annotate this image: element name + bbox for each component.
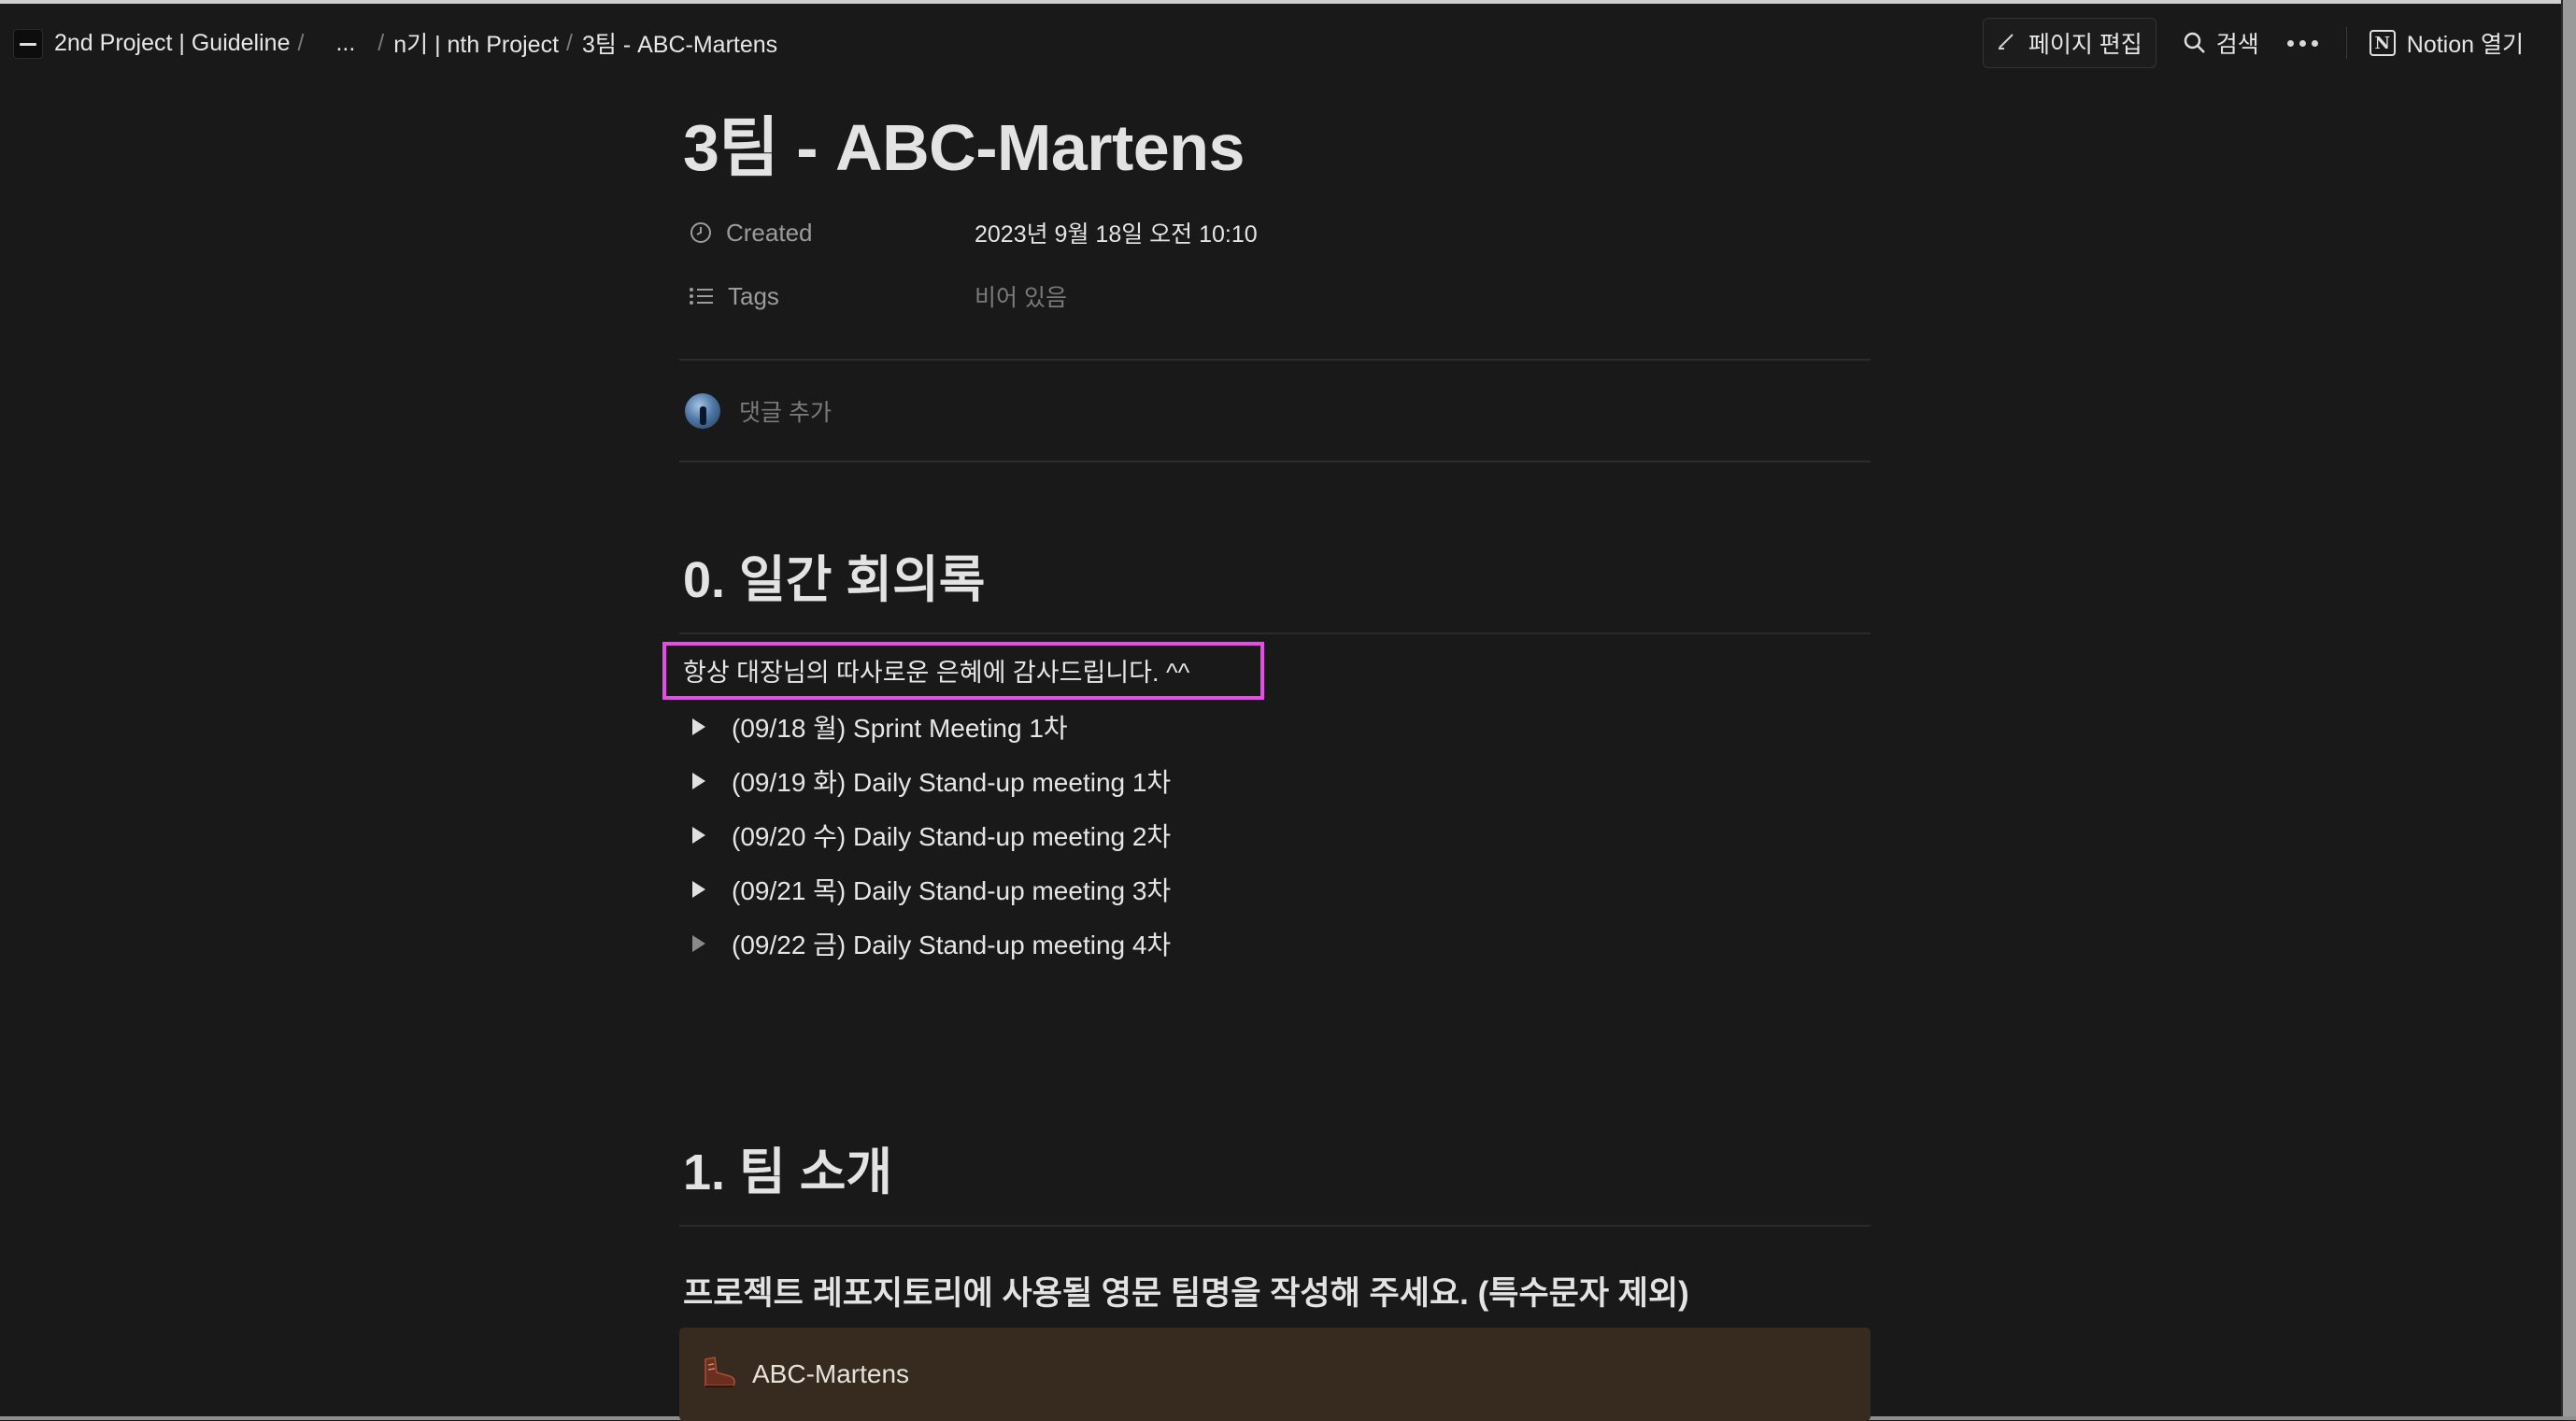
toggle-item[interactable]: (09/21 목) Daily Stand-up meeting 3차 (689, 862, 1171, 917)
team-name-callout[interactable]: ABC-Martens (679, 1328, 1871, 1421)
divider (679, 359, 1871, 361)
section-heading-daily-minutes[interactable]: 0. 일간 회의록 (683, 538, 985, 612)
breadcrumb-separator: / (377, 29, 385, 56)
add-comment-placeholder[interactable]: 댓글 추가 (739, 394, 832, 428)
toggle-arrow-icon[interactable] (692, 773, 705, 789)
intro-paragraph[interactable]: 항상 대장님의 따사로운 은혜에 감사드립니다. ^^ (683, 652, 1189, 689)
breadcrumb-item-guideline[interactable]: 2nd Project | Guideline (54, 30, 290, 57)
dot-icon (2311, 39, 2318, 47)
search-button[interactable]: 검색 (2183, 26, 2259, 60)
boot-icon[interactable] (700, 1356, 737, 1394)
user-avatar (685, 393, 720, 429)
window-frame-right (2563, 0, 2576, 1420)
property-name-tags: Tags (679, 282, 975, 311)
subheading-team-name-instruction[interactable]: 프로젝트 레포지토리에 사용될 영문 팀명을 작성해 주세요. (특수문자 제외… (683, 1267, 1689, 1314)
property-value-tags[interactable]: 비어 있음 (975, 279, 1067, 313)
breadcrumb-item-nth-project[interactable]: n기 | nth Project (393, 26, 559, 60)
property-row-created[interactable]: Created 2023년 9월 18일 오전 10:10 (679, 207, 1871, 258)
top-bar: 2nd Project | Guideline / ... / n기 | nth… (0, 4, 2561, 78)
open-in-notion-button[interactable]: N Notion 열기 (2369, 26, 2524, 60)
property-label-created: Created (726, 218, 813, 247)
property-name-created: Created (679, 219, 975, 248)
toggle-arrow-icon[interactable] (692, 827, 705, 844)
toggle-label: (09/19 화) Daily Stand-up meeting 1차 (732, 768, 1172, 797)
add-comment-row[interactable]: 댓글 추가 (685, 391, 832, 432)
heading-underline (679, 632, 1871, 634)
section-heading-team-intro[interactable]: 1. 팀 소개 (683, 1130, 892, 1204)
more-options-button[interactable] (2286, 29, 2318, 57)
meeting-toggle-list: (09/18 월) Sprint Meeting 1차 (09/19 화) Da… (689, 700, 1171, 971)
toggle-item[interactable]: (09/22 금) Daily Stand-up meeting 4차 (689, 917, 1171, 971)
page-title[interactable]: 3팀 - ABC-Martens (683, 95, 1245, 190)
clock-icon (690, 222, 711, 243)
list-icon (690, 288, 713, 305)
workspace-logo-icon[interactable] (13, 29, 43, 59)
toolbar-divider (2345, 27, 2347, 59)
edit-page-button[interactable]: 페이지 편집 (1982, 18, 2156, 68)
property-row-tags[interactable]: Tags 비어 있음 (679, 271, 1871, 321)
dot-icon (2298, 39, 2306, 47)
toggle-label: (09/22 금) Daily Stand-up meeting 4차 (732, 931, 1172, 959)
toggle-label: (09/20 수) Daily Stand-up meeting 2차 (732, 822, 1172, 851)
property-label-tags: Tags (728, 281, 779, 310)
search-icon (2184, 32, 2205, 53)
toggle-item[interactable]: (09/18 월) Sprint Meeting 1차 (689, 700, 1171, 754)
pencil-icon (1997, 30, 2017, 57)
heading-underline (679, 1225, 1871, 1227)
toggle-label: (09/18 월) Sprint Meeting 1차 (732, 714, 1068, 743)
toggle-label: (09/21 목) Daily Stand-up meeting 3차 (732, 876, 1172, 905)
toggle-arrow-icon[interactable] (692, 935, 705, 952)
dot-icon (2286, 39, 2294, 47)
breadcrumb: 2nd Project | Guideline / ... / n기 | nth… (54, 26, 777, 60)
divider (679, 461, 1871, 462)
notion-logo-icon: N (2369, 30, 2396, 56)
breadcrumb-item-ellipsis[interactable]: ... (335, 30, 355, 57)
callout-text: ABC-Martens (752, 1359, 910, 1388)
toggle-arrow-icon[interactable] (692, 718, 705, 735)
breadcrumb-separator: / (566, 29, 573, 56)
toggle-item[interactable]: (09/19 화) Daily Stand-up meeting 1차 (689, 754, 1171, 808)
property-value-created: 2023년 9월 18일 오전 10:10 (975, 221, 1258, 248)
breadcrumb-item-current-page[interactable]: 3팀 - ABC-Martens (582, 26, 777, 60)
search-label: 검색 (2215, 32, 2259, 58)
toggle-arrow-icon[interactable] (692, 881, 705, 898)
open-in-notion-label: Notion 열기 (2406, 32, 2524, 58)
top-actions: 페이지 편집 검색 N Notion 열기 (1982, 17, 2524, 69)
toggle-item[interactable]: (09/20 수) Daily Stand-up meeting 2차 (689, 808, 1171, 862)
edit-page-label: 페이지 편집 (2028, 32, 2142, 58)
breadcrumb-separator: / (297, 29, 305, 56)
